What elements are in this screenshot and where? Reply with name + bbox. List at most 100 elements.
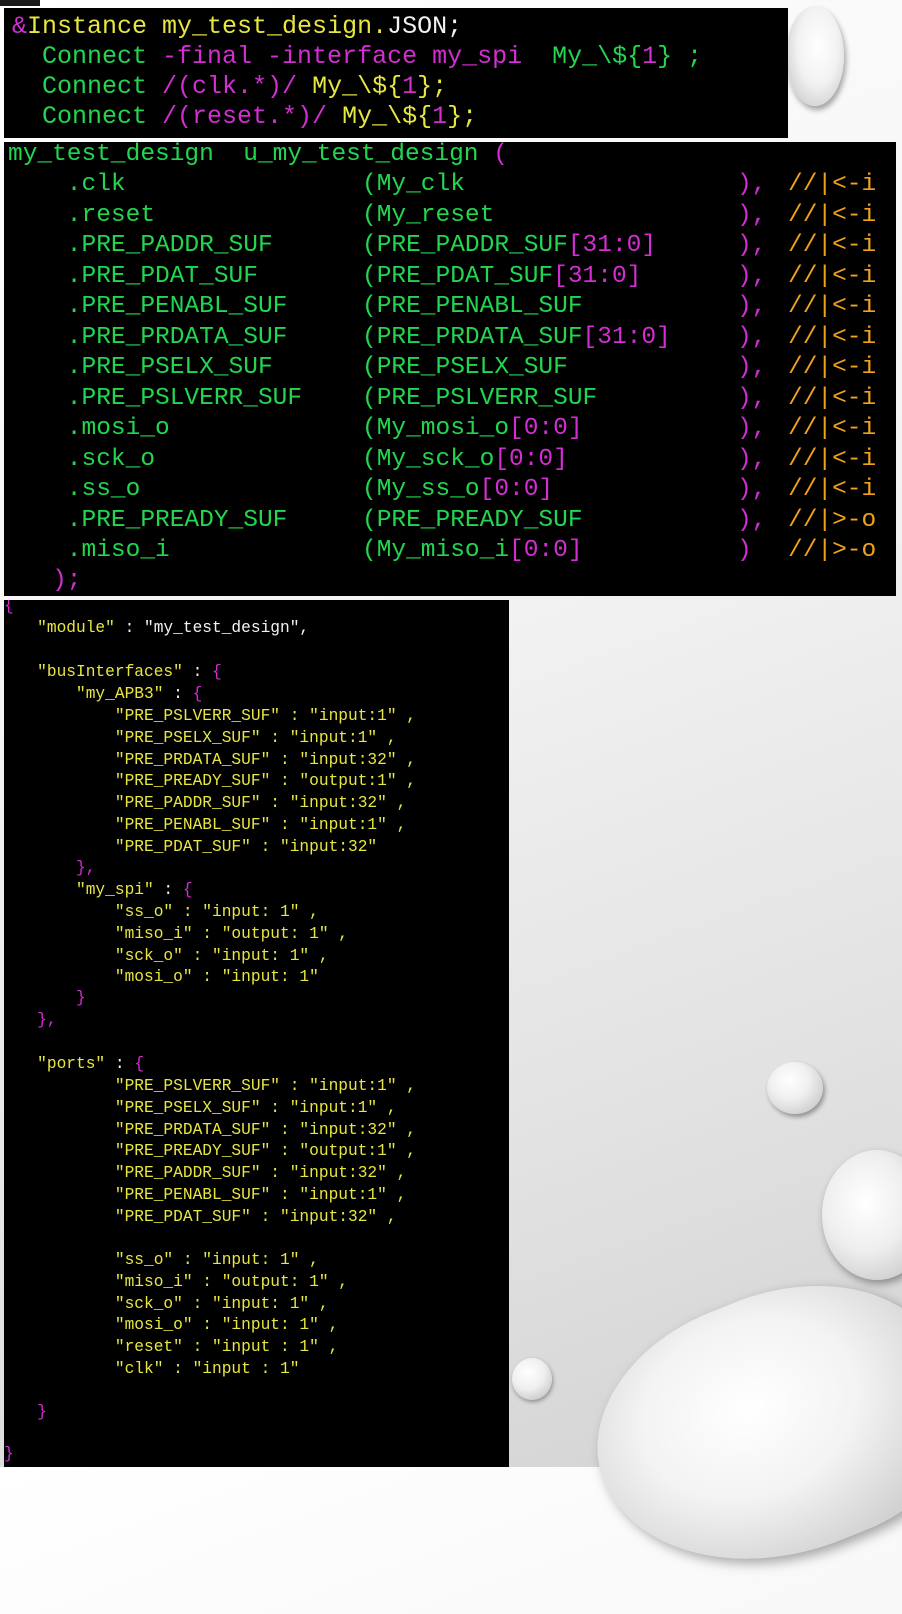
port-row-part: ),: [737, 201, 782, 229]
port-row-part: .PRE_PENABL_SUF: [8, 293, 288, 320]
port-signal: (PRE_PRDATA_SUF[31:0]: [362, 323, 671, 351]
code-line: Connect /(reset.*)/ My_\${1};: [12, 102, 478, 131]
port-row-part: .PRE_PSLVERR_SUF: [8, 384, 303, 412]
code-line: &Instance my_test_design.JSON;: [12, 12, 463, 41]
json-apb3-close: },: [8, 859, 96, 877]
port-row-part: .sck_o: [8, 445, 156, 473]
json-entry: "PRE_PADDR_SUF" : "input:32" ,: [8, 794, 407, 813]
port-row-part: ),: [737, 476, 782, 503]
top-edge-artifact: [0, 0, 40, 6]
port-row-part: //|>-o: [788, 537, 877, 564]
json-entry: "PRE_PDAT_SUF" : "input:32" ,: [8, 1207, 397, 1226]
port-row-part: ),: [737, 354, 782, 381]
port-signal: (My_mosi_o[0:0]: [362, 415, 583, 442]
port-signal: (My_reset: [362, 201, 495, 229]
json-entry: "PRE_PREADY_SUF" : "output:1" ,: [8, 1142, 416, 1161]
port-row-part: //|<-i: [788, 232, 877, 259]
json-entry: "PRE_PADDR_SUF" : "input:32" ,: [8, 1164, 407, 1183]
json-module-line: "module" : "my_test_design",: [8, 619, 310, 637]
json-entry: "PRE_PENABL_SUF" : "input:1" ,: [8, 816, 407, 834]
json-entry: "sck_o" : "input: 1" ,: [8, 1294, 329, 1313]
port-signal: (My_miso_i[0:0]: [362, 537, 583, 564]
port-row-part: //|<-i: [788, 323, 877, 351]
json-entry: "PRE_PSELX_SUF" : "input:1" ,: [8, 728, 397, 747]
port-row-part: //|<-i: [788, 354, 877, 381]
json-entry: "PRE_PRDATA_SUF" : "input:32" ,: [8, 1120, 416, 1139]
port-signal: (My_ss_o[0:0]: [362, 476, 554, 503]
water-drop-decoration: [767, 1062, 823, 1114]
verilog-instance-panel: my_test_design u_my_test_design ( .clk (M…: [4, 142, 896, 596]
json-open-brace: {: [4, 600, 14, 615]
json-entry: "PRE_PENABL_SUF" : "input:1" ,: [8, 1186, 407, 1204]
port-signal: (PRE_PENABL_SUF: [362, 293, 583, 320]
json-entry: "miso_i" : "output: 1" ,: [8, 1272, 348, 1291]
port-row-part: //|<-i: [788, 293, 877, 320]
port-signal: (PRE_PADDR_SUF[31:0]: [362, 232, 657, 259]
json-entry: "PRE_PSLVERR_SUF" : "input:1" ,: [8, 707, 416, 725]
json-entry: "PRE_PRDATA_SUF" : "input:32" ,: [8, 750, 416, 769]
json-entry: "ss_o" : "input: 1" ,: [8, 1251, 319, 1269]
port-row-part: //|<-i: [788, 201, 877, 229]
port-row-part: .PRE_PSELX_SUF: [8, 354, 273, 381]
port-row-part: ),: [737, 293, 782, 320]
json-entry: "miso_i" : "output: 1" ,: [8, 924, 348, 943]
port-signal: (My_clk: [362, 171, 465, 198]
json-entry: "reset" : "input : 1" ,: [8, 1338, 339, 1357]
port-row-part: //|<-i: [788, 476, 877, 503]
port-signal: (PRE_PSELX_SUF: [362, 354, 568, 381]
json-entry: "PRE_PSELX_SUF" : "input:1" ,: [8, 1098, 397, 1117]
port-row-part: //|<-i: [788, 384, 877, 412]
port-row-part: ),: [737, 415, 782, 442]
instance-command-panel: &Instance my_test_design.JSON; Connect -…: [4, 8, 788, 138]
code-line: Connect /(clk.*)/ My_\${1};: [12, 72, 448, 101]
json-close-brace: }: [4, 1445, 14, 1463]
port-row-part: ),: [737, 445, 782, 473]
port-row-part: ),: [737, 171, 782, 198]
port-row-part: .ss_o: [8, 476, 141, 503]
port-row-part: .clk: [8, 171, 126, 198]
port-signal: (PRE_PSLVERR_SUF: [362, 384, 598, 412]
instance-close: );: [8, 567, 82, 594]
port-row-part: .PRE_PDAT_SUF: [8, 262, 258, 290]
port-row-part: .mosi_o: [8, 415, 170, 442]
json-entry: "ss_o" : "input: 1" ,: [8, 903, 319, 921]
json-entry: "PRE_PDAT_SUF" : "input:32": [8, 837, 378, 856]
json-panel: { "module" : "my_test_design", "busInter…: [4, 600, 509, 1467]
water-drop-decoration: [560, 1238, 902, 1614]
json-entry: "PRE_PSLVERR_SUF" : "input:1" ,: [8, 1077, 416, 1095]
json-entry: "clk" : "input : 1": [8, 1360, 300, 1378]
code-line: Connect -final -interface my_spi My_\${1…: [12, 42, 703, 71]
port-row-part: ),: [737, 384, 782, 412]
json-spi-close: }: [8, 989, 86, 1007]
port-row-part: ),: [737, 232, 782, 259]
port-signal: (PRE_PDAT_SUF[31:0]: [362, 262, 642, 290]
port-row-part: ),: [737, 506, 782, 534]
instance-header: my_test_design u_my_test_design (: [8, 142, 508, 168]
json-spi-line: "my_spi" : {: [8, 881, 193, 899]
json-businterfaces-close: },: [8, 1011, 57, 1029]
port-signal: (My_sck_o[0:0]: [362, 445, 568, 473]
port-row-part: .PRE_PADDR_SUF: [8, 232, 273, 259]
json-apb3-line: "my_APB3" : {: [8, 685, 203, 703]
water-drop-decoration: [822, 1150, 902, 1280]
port-row-part: ),: [737, 323, 782, 351]
port-row-part: ),: [737, 262, 782, 290]
port-signal: (PRE_PREADY_SUF: [362, 506, 583, 534]
water-drop-decoration: [786, 6, 844, 106]
port-row-part: //|<-i: [788, 445, 877, 473]
json-ports-line: "ports" : {: [8, 1055, 145, 1073]
json-entry: "mosi_o" : "input: 1": [8, 968, 319, 987]
port-row-part: .reset: [8, 201, 156, 229]
port-row-part: //|<-i: [788, 171, 877, 198]
json-entry: "sck_o" : "input: 1" ,: [8, 946, 329, 965]
json-businterfaces-line: "busInterfaces" : {: [8, 663, 222, 681]
port-row-part: //|<-i: [788, 262, 877, 290]
port-row-part: //|>-o: [788, 506, 877, 534]
port-row-part: .PRE_PRDATA_SUF: [8, 323, 288, 351]
port-row-part: ): [737, 537, 782, 564]
port-row-part: .miso_i: [8, 537, 170, 564]
json-ports-close: }: [8, 1403, 47, 1421]
json-entry: "mosi_o" : "input: 1" ,: [8, 1316, 339, 1335]
port-row-part: //|<-i: [788, 415, 877, 442]
json-entry: "PRE_PREADY_SUF" : "output:1" ,: [8, 772, 416, 791]
